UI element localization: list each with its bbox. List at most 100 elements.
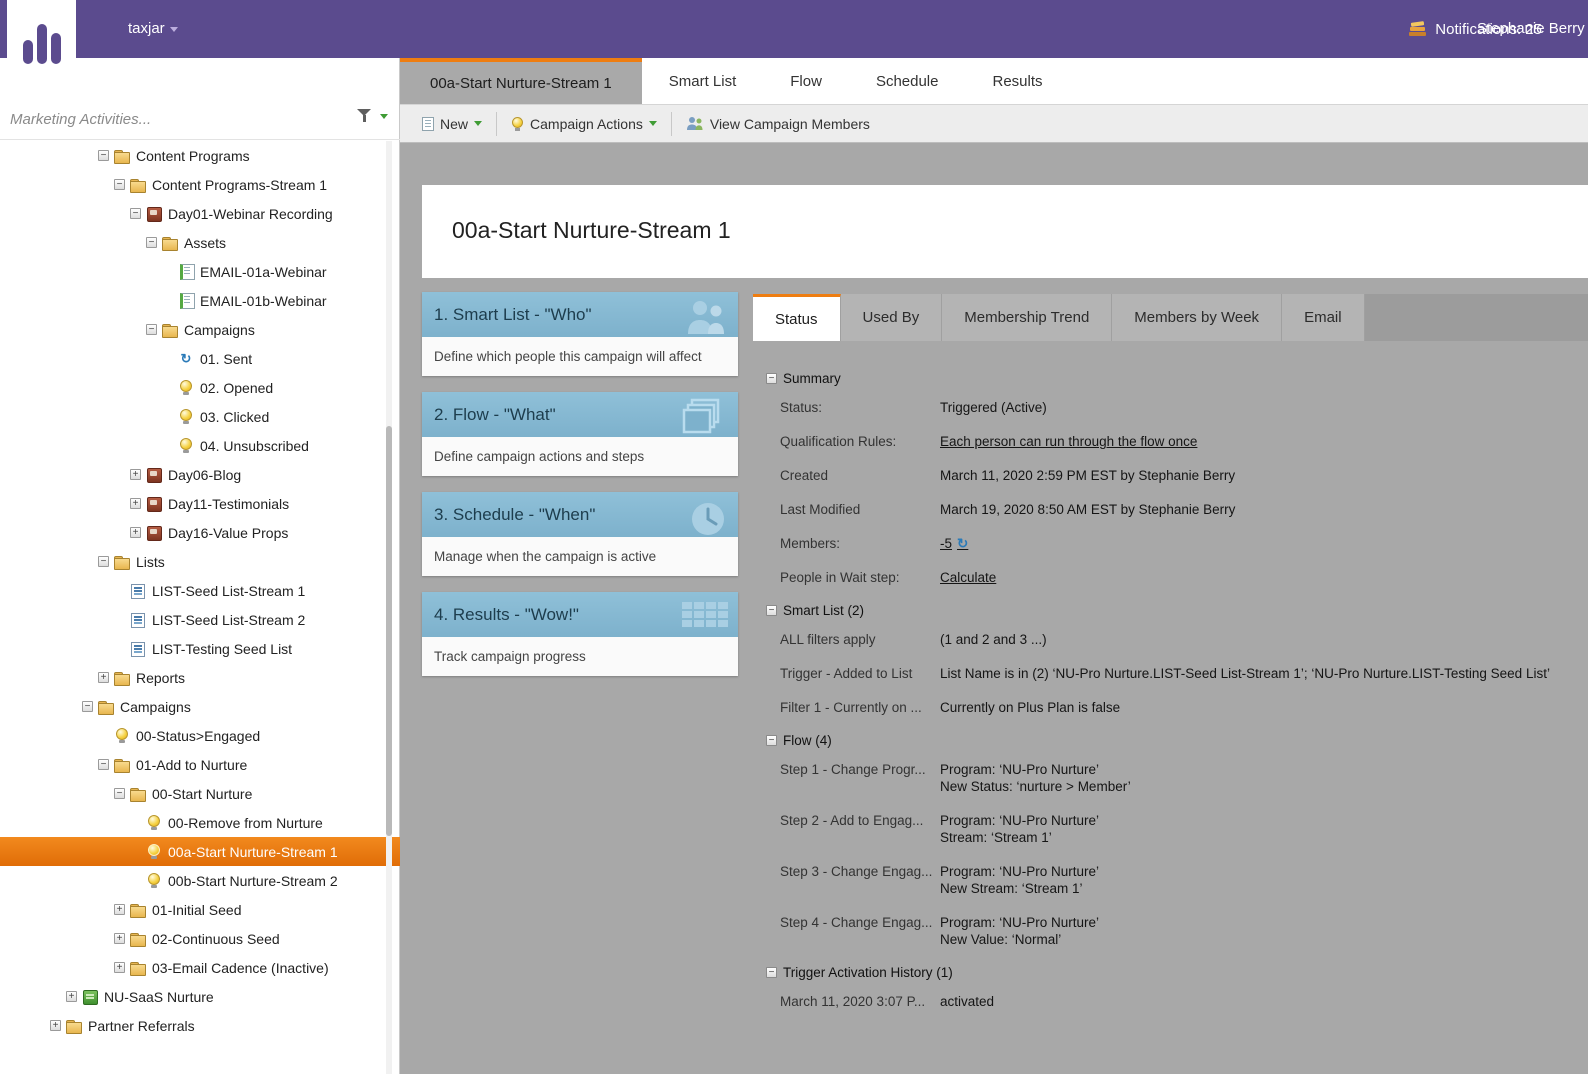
tree-item-01-initial-seed[interactable]: +01-Initial Seed (0, 895, 400, 924)
collapse-icon[interactable]: − (766, 735, 777, 746)
tree-item-campaigns[interactable]: − Campaigns (0, 692, 400, 721)
tree-item-email-01a-webinar[interactable]: EMAIL-01a-Webinar (0, 257, 400, 286)
collapse-icon[interactable]: − (98, 759, 109, 770)
tree-item-04-unsubscribed[interactable]: 04. Unsubscribed (0, 431, 400, 460)
tab-smart-list[interactable]: Smart List (642, 58, 764, 104)
tree-item-01-sent[interactable]: ↻ 01. Sent (0, 344, 400, 373)
tree-item-partner-referrals[interactable]: + Partner Referrals (0, 1011, 400, 1040)
status-row-value: Program: ‘NU-Pro Nurture’ New Status: ‘nu… (940, 761, 1131, 795)
tree-item-day11-testimonials[interactable]: + Day11-Testimonials (0, 489, 400, 518)
collapse-icon[interactable]: − (146, 237, 157, 248)
tree-item-00-status-engaged[interactable]: 00-Status>Engaged (0, 721, 400, 750)
sidebar-scrollbar[interactable] (386, 141, 392, 1074)
search-input[interactable] (10, 104, 350, 134)
tree-item-list-seed-list-stream-1[interactable]: LIST-Seed List-Stream 1 (0, 576, 400, 605)
tree-item-03-clicked[interactable]: 03. Clicked (0, 402, 400, 431)
view-members-label: View Campaign Members (709, 115, 870, 132)
filter-funnel-icon[interactable] (357, 108, 372, 124)
campaign-actions-button[interactable]: Campaign Actions (497, 105, 671, 142)
bulb-icon (146, 843, 162, 860)
workspace-selector[interactable]: taxjar (128, 20, 178, 37)
status-link[interactable]: Each person can run through the flow onc… (940, 433, 1197, 450)
collapse-icon[interactable]: − (98, 150, 109, 161)
collapse-icon[interactable]: − (98, 556, 109, 567)
tree-item-00a-start-nurture-stream-1[interactable]: 00a-Start Nurture-Stream 1 (0, 837, 400, 866)
expand-icon[interactable]: + (130, 527, 141, 538)
tree-item-lists[interactable]: − Lists (0, 547, 400, 576)
status-row-label: March 11, 2020 3:07 P... (780, 994, 926, 1009)
section-header[interactable]: − Smart List (2) (766, 603, 1558, 618)
tree-item-00-remove-from-nurture[interactable]: 00-Remove from Nurture (0, 808, 400, 837)
collapse-icon[interactable]: − (82, 701, 93, 712)
stacked-pages-icon (682, 398, 720, 434)
new-button[interactable]: New (408, 105, 496, 142)
expand-icon[interactable]: + (114, 962, 125, 973)
tab-used-by[interactable]: Used By (840, 294, 943, 341)
card-smart-list[interactable]: 1. Smart List - "Who" Define which peopl… (422, 292, 738, 376)
section-header[interactable]: − Trigger Activation History (1) (766, 965, 1558, 980)
tree-item-list-testing-seed-list[interactable]: LIST-Testing Seed List (0, 634, 400, 663)
tree-item-02-continuous-seed[interactable]: +02-Continuous Seed (0, 924, 400, 953)
tree-item-nu-saas-nurture[interactable]: + NU-SaaS Nurture (0, 982, 400, 1011)
expand-icon[interactable]: + (114, 933, 125, 944)
collapse-icon[interactable]: − (766, 605, 777, 616)
status-row-label: Status: (780, 400, 823, 415)
tree-item-reports[interactable]: + Reports (0, 663, 400, 692)
tree-item-content-programs[interactable]: − Content Programs (0, 141, 400, 170)
campaign-canvas: 00a-Start Nurture-Stream 1 1. Smart List… (400, 143, 1588, 1074)
expand-icon[interactable]: + (66, 991, 77, 1002)
tree-item-day01-webinar-recording[interactable]: − Day01-Webinar Recording (0, 199, 400, 228)
collapse-icon[interactable]: − (130, 208, 141, 219)
scrollbar-thumb[interactable] (386, 426, 392, 836)
status-value-line: activated (940, 994, 995, 1009)
tab-flow[interactable]: Flow (763, 58, 849, 104)
tab-schedule[interactable]: Schedule (849, 58, 966, 104)
collapse-icon[interactable]: − (766, 967, 777, 978)
tab-members-by-week[interactable]: Members by Week (1112, 294, 1283, 341)
expand-icon[interactable]: + (114, 904, 125, 915)
tree-item-day06-blog[interactable]: + Day06-Blog (0, 460, 400, 489)
status-value-line: Program: ‘NU-Pro Nurture’ (940, 915, 1100, 930)
card-results[interactable]: 4. Results - "Wow!" Track campaign progr… (422, 592, 738, 676)
section-header[interactable]: − Summary (766, 371, 1558, 386)
folder-icon (130, 786, 146, 802)
tree-item-02-opened[interactable]: 02. Opened (0, 373, 400, 402)
marketo-logo[interactable] (7, 0, 76, 78)
tree-item-label: 03-Email Cadence (Inactive) (152, 959, 329, 976)
expand-icon[interactable]: + (98, 672, 109, 683)
tree-item-content-programs-stream-1[interactable]: − Content Programs-Stream 1 (0, 170, 400, 199)
expand-icon[interactable]: + (130, 498, 141, 509)
status-link[interactable]: -5 ↻ (940, 535, 968, 552)
card-schedule[interactable]: 3. Schedule - "When" Manage when the cam… (422, 492, 738, 576)
user-menu[interactable]: Stephanie Berry (1477, 20, 1585, 37)
collapse-icon[interactable]: − (766, 373, 777, 384)
tab-email[interactable]: Email (1282, 294, 1365, 341)
collapse-icon[interactable]: − (146, 324, 157, 335)
tree-item-day16-value-props[interactable]: + Day16-Value Props (0, 518, 400, 547)
tree-item-01-add-to-nurture[interactable]: − 01-Add to Nurture (0, 750, 400, 779)
status-link[interactable]: Calculate (940, 569, 996, 586)
expand-icon[interactable]: + (130, 469, 141, 480)
filter-dropdown-icon[interactable] (380, 114, 388, 119)
tree-item-label: 01-Add to Nurture (136, 756, 248, 773)
tab-campaign-name[interactable]: 00a-Start Nurture-Stream 1 (400, 58, 642, 104)
tree-item-00-start-nurture[interactable]: − 00-Start Nurture (0, 779, 400, 808)
status-row-label: ALL filters apply (780, 632, 876, 647)
tab-results[interactable]: Results (966, 58, 1070, 104)
expand-icon[interactable]: + (50, 1020, 61, 1031)
section-header[interactable]: − Flow (4) (766, 733, 1558, 748)
tree-item-assets[interactable]: − Assets (0, 228, 400, 257)
collapse-icon[interactable]: − (114, 179, 125, 190)
tree-item-email-01b-webinar[interactable]: EMAIL-01b-Webinar (0, 286, 400, 315)
card-flow[interactable]: 2. Flow - "What" Define campaign actions… (422, 392, 738, 476)
collapse-icon[interactable]: − (114, 788, 125, 799)
view-campaign-members-button[interactable]: View Campaign Members (672, 105, 884, 142)
tree-item-00b-start-nurture-stream-2[interactable]: 00b-Start Nurture-Stream 2 (0, 866, 400, 895)
refresh-icon[interactable]: ↻ (957, 536, 968, 551)
status-row: Filter 1 - Currently on ... Currently on … (780, 699, 1558, 716)
tree-item-list-seed-list-stream-2[interactable]: LIST-Seed List-Stream 2 (0, 605, 400, 634)
tree-item-campaigns[interactable]: − Campaigns (0, 315, 400, 344)
tree-item-03-email-cadence-inactive-[interactable]: +03-Email Cadence (Inactive) (0, 953, 400, 982)
tab-membership-trend[interactable]: Membership Trend (942, 294, 1113, 341)
tab-status[interactable]: Status (753, 294, 841, 341)
